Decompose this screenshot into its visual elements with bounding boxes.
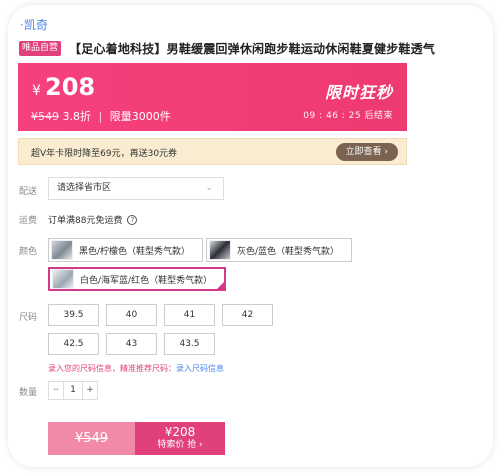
quantity-plus-button[interactable]: +	[83, 382, 97, 399]
size-option[interactable]: 43	[106, 333, 157, 355]
size-label: 尺码	[19, 313, 38, 323]
quantity-stepper: − 1 +	[48, 381, 98, 400]
size-option[interactable]: 42.5	[48, 333, 99, 355]
color-option-label: 白色/海军蓝/红色（鞋型秀气款）	[80, 275, 213, 286]
vip-banner-text: 超V年卡限时降至69元，再送30元券	[31, 149, 178, 159]
original-price-button[interactable]: ¥549	[48, 422, 135, 455]
product-title: 【足心着地科技】男鞋缓震回弹休闲跑步鞋运动休闲鞋夏健步鞋透气	[69, 42, 436, 56]
color-option-label: 黑色/柠檬色（鞋型秀气款）	[79, 246, 191, 257]
flash-currency: ¥	[32, 83, 41, 99]
shipping-text: 订单满88元免运费	[48, 216, 123, 226]
product-title-row: 唯品自营 【足心着地科技】男鞋缓震回弹休闲跑步鞋运动休闲鞋夏健步鞋透气	[19, 40, 489, 57]
flash-price: 208	[45, 73, 96, 101]
vip-banner: 超V年卡限时降至69元，再送30元券 立即查看 ›	[18, 138, 407, 165]
quantity-minus-button[interactable]: −	[49, 382, 63, 399]
product-card: ·凯奇 唯品自营 【足心着地科技】男鞋缓震回弹休闲跑步鞋运动休闲鞋夏健步鞋透气 …	[8, 5, 493, 467]
brand-link[interactable]: ·凯奇	[20, 16, 48, 33]
flash-sale-banner: ¥ 208 ¥549 3.8折 | 限量3000件 限时狂秒 09 : 46 :…	[18, 63, 407, 131]
help-icon[interactable]: ?	[127, 214, 138, 225]
self-operated-tag: 唯品自营	[19, 41, 62, 56]
delivery-label: 配送	[19, 187, 38, 197]
flash-original-price: ¥549	[31, 110, 59, 123]
color-option-label: 灰色/蓝色（鞋型秀气款）	[237, 246, 340, 257]
size-option[interactable]: 43.5	[164, 333, 215, 355]
color-thumbnail	[209, 240, 231, 260]
color-option-black-lemon[interactable]: 黑色/柠檬色（鞋型秀气款）	[48, 238, 204, 262]
flash-limit: 限量3000件	[109, 110, 171, 123]
color-option-grey-blue[interactable]: 灰色/蓝色（鞋型秀气款）	[206, 238, 353, 262]
purchase-bar: ¥549 ¥208 特索价 抢 ›	[48, 422, 225, 455]
flash-sale-badge: 限时狂秒	[324, 83, 393, 102]
color-thumbnail	[52, 269, 74, 289]
color-label: 颜色	[19, 247, 38, 257]
buy-now-button[interactable]: ¥208 特索价 抢 ›	[135, 422, 225, 455]
flash-price-details: ¥549 3.8折 | 限量3000件	[31, 108, 171, 124]
flash-discount: 3.8折	[62, 110, 92, 123]
quantity-value[interactable]: 1	[63, 382, 83, 399]
size-option[interactable]: 39.5	[48, 304, 99, 326]
selected-check-icon	[216, 281, 226, 290]
shipping-label: 运费	[19, 216, 38, 226]
size-info-link[interactable]: 录入尺码信息	[176, 364, 224, 373]
buy-now-label: 特索价 抢 ›	[157, 440, 203, 450]
size-option[interactable]: 40	[106, 304, 157, 326]
size-hint: 录入您的尺码信息，精准推荐尺码：录入尺码信息	[48, 363, 224, 374]
size-option[interactable]: 41	[164, 304, 215, 326]
buy-now-price: ¥208	[164, 425, 196, 439]
flash-separator: |	[98, 110, 103, 123]
region-select[interactable]: 请选择省市区 ⌄	[48, 177, 224, 200]
color-option-white-navy-red[interactable]: 白色/海军蓝/红色（鞋型秀气款）	[48, 267, 227, 291]
chevron-down-icon: ⌄	[205, 183, 213, 193]
region-select-value: 请选择省市区	[57, 183, 112, 193]
vip-view-button[interactable]: 立即查看 ›	[335, 143, 398, 161]
size-option[interactable]: 42	[222, 304, 273, 326]
color-thumbnail	[51, 240, 73, 260]
size-hint-text: 录入您的尺码信息，精准推荐尺码：	[48, 364, 176, 373]
flash-countdown: 09 : 46 : 25 后结束	[303, 111, 393, 121]
quantity-label: 数量	[19, 388, 38, 398]
shipping-info: 订单满88元免运费 ?	[48, 213, 138, 226]
